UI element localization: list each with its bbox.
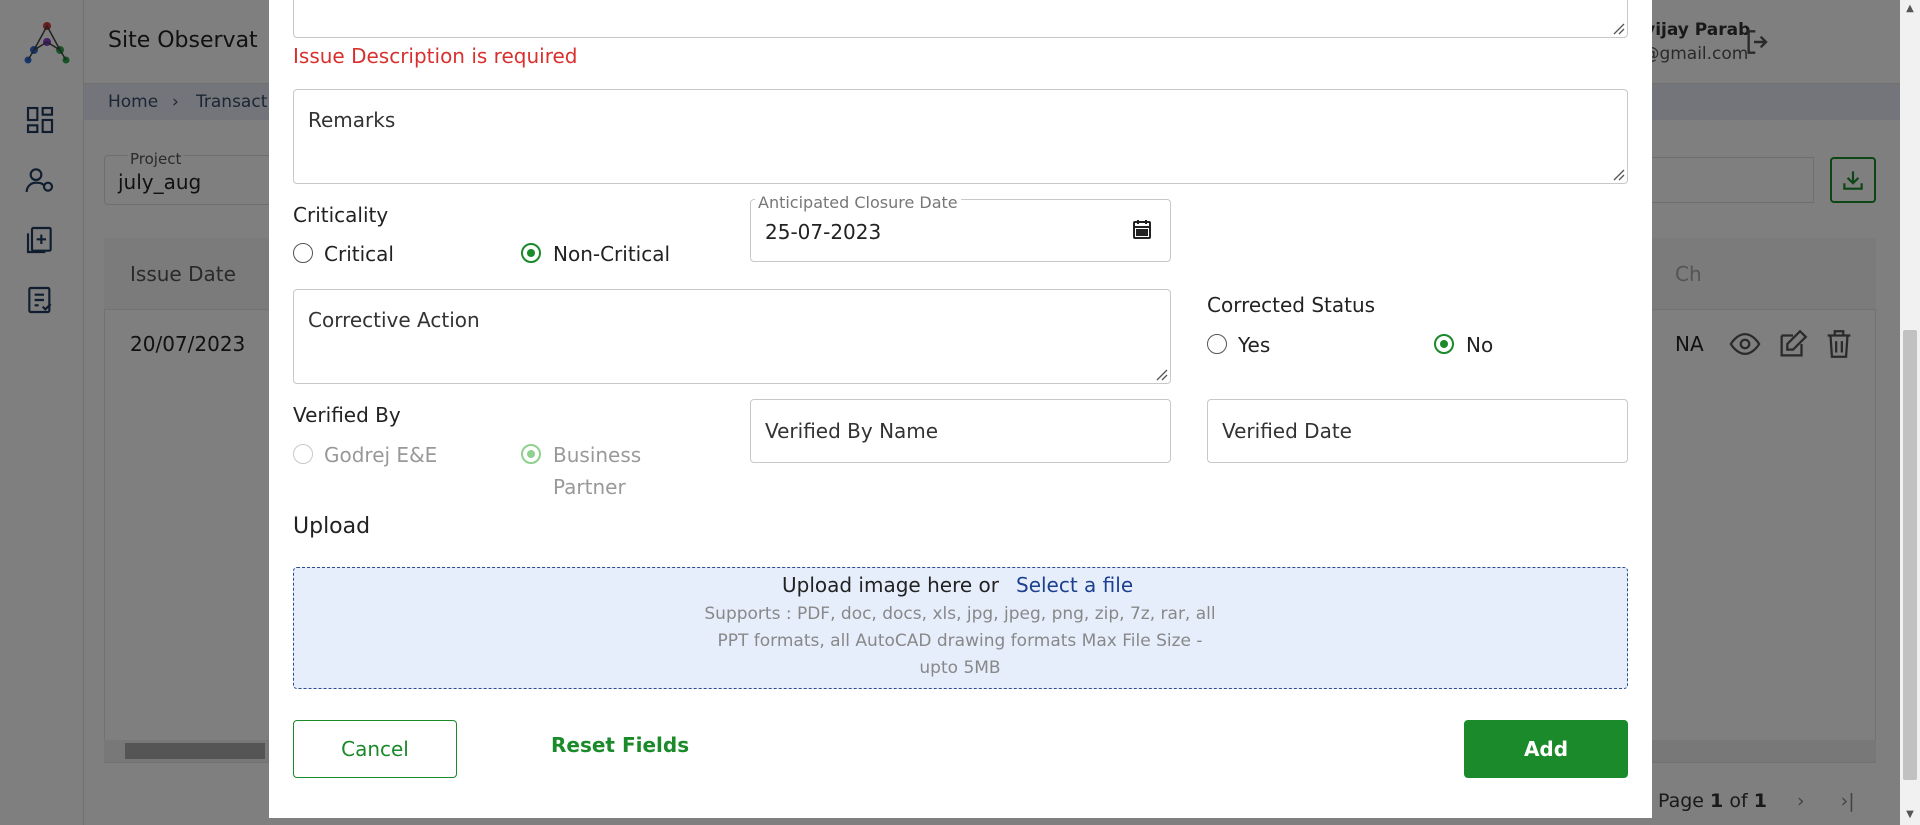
corrected-status-yes-label[interactable]: Yes bbox=[1238, 333, 1270, 357]
criticality-label: Criticality bbox=[293, 203, 389, 227]
issue-description-field[interactable] bbox=[293, 0, 1628, 38]
anticipated-closure-date-label: Anticipated Closure Date bbox=[755, 193, 961, 212]
verified-date-placeholder: Verified Date bbox=[1222, 419, 1352, 443]
cancel-button[interactable]: Cancel bbox=[293, 720, 457, 778]
verified-by-name-placeholder: Verified By Name bbox=[765, 419, 939, 443]
page-scrollbar-thumb[interactable] bbox=[1903, 330, 1917, 780]
verified-by-business-partner-label-line2: Partner bbox=[553, 475, 626, 499]
select-file-link[interactable]: Select a file bbox=[1016, 573, 1133, 597]
corrected-status-no-radio[interactable] bbox=[1434, 334, 1454, 354]
verified-by-godrej-label: Godrej E&E bbox=[324, 443, 438, 467]
upload-title: Upload bbox=[293, 514, 371, 539]
add-button[interactable]: Add bbox=[1464, 720, 1628, 778]
upload-supported-formats-line2: PPT formats, all AutoCAD drawing formats… bbox=[717, 631, 1203, 651]
page-scrollbar[interactable]: ▲ ▼ bbox=[1900, 0, 1920, 825]
corrected-status-no-label[interactable]: No bbox=[1466, 333, 1493, 357]
verified-by-business-partner-radio bbox=[521, 444, 541, 464]
criticality-critical-label[interactable]: Critical bbox=[324, 242, 394, 266]
upload-supported-formats: Supports : PDF, doc, docs, xls, jpg, jpe… bbox=[680, 601, 1240, 682]
criticality-critical-radio[interactable] bbox=[293, 243, 313, 263]
upload-instruction: Upload image here or bbox=[782, 573, 999, 597]
corrected-status-yes-radio[interactable] bbox=[1207, 334, 1227, 354]
resize-handle-icon[interactable] bbox=[1611, 167, 1625, 181]
issue-description-error: Issue Description is required bbox=[293, 44, 578, 68]
criticality-noncritical-radio[interactable] bbox=[521, 243, 541, 263]
verified-by-label: Verified By bbox=[293, 403, 401, 427]
resize-handle-icon[interactable] bbox=[1611, 21, 1625, 35]
verified-by-godrej-radio bbox=[293, 444, 313, 464]
remarks-placeholder: Remarks bbox=[308, 108, 396, 132]
corrective-action-placeholder: Corrective Action bbox=[308, 308, 480, 332]
upload-supported-formats-line3: upto 5MB bbox=[919, 658, 1001, 678]
upload-supported-formats-line1: Supports : PDF, doc, docs, xls, jpg, jpe… bbox=[704, 604, 1216, 624]
scroll-up-icon[interactable]: ▲ bbox=[1905, 4, 1915, 14]
verified-by-business-partner-label: Business bbox=[553, 443, 642, 467]
reset-fields-button[interactable]: Reset Fields bbox=[551, 733, 689, 757]
calendar-icon[interactable] bbox=[1132, 218, 1152, 240]
corrected-status-label: Corrected Status bbox=[1207, 293, 1376, 317]
anticipated-closure-date-value: 25-07-2023 bbox=[765, 220, 882, 244]
criticality-noncritical-label[interactable]: Non-Critical bbox=[553, 242, 670, 266]
remarks-field[interactable] bbox=[293, 89, 1628, 184]
scroll-down-icon[interactable]: ▼ bbox=[1905, 810, 1915, 820]
resize-handle-icon[interactable] bbox=[1154, 367, 1168, 381]
corrective-action-field[interactable] bbox=[293, 289, 1171, 384]
